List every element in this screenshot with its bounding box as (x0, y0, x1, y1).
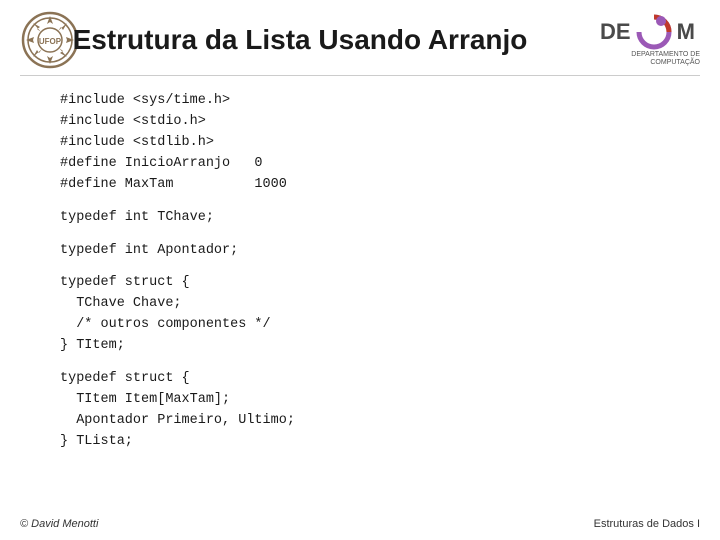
code-line: #include <sys/time.h> (60, 91, 660, 112)
footer: © David Menotti Estruturas de Dados I (0, 518, 720, 530)
decom-logo-icon: DE M DEPARTAMENTO DE COMPUTAÇÃO (600, 13, 700, 68)
code-block: #include <sys/time.h> #include <stdio.h>… (60, 91, 660, 453)
code-line: #define InicioArranjo 0 (60, 154, 660, 175)
code-line: TChave Chave; (60, 294, 660, 315)
code-line: TItem Item[MaxTam]; (60, 390, 660, 411)
footer-author: © David Menotti (20, 518, 98, 530)
code-line: /* outros componentes */ (60, 315, 660, 336)
code-line: typedef int TChave; (60, 208, 660, 229)
code-line: } TLista; (60, 432, 660, 453)
footer-course: Estruturas de Dados I (594, 518, 700, 530)
code-line: } TItem; (60, 336, 660, 357)
typedef-apontador-section: typedef int Apontador; (60, 241, 660, 262)
code-line: typedef int Apontador; (60, 241, 660, 262)
slide-title: Estrutura da Lista Usando Arranjo (0, 24, 600, 56)
decom-circle-icon (635, 13, 673, 51)
code-line: Apontador Primeiro, Ultimo; (60, 411, 660, 432)
code-line: typedef struct { (60, 273, 660, 294)
code-line: typedef struct { (60, 369, 660, 390)
typedef-titem-section: typedef struct { TChave Chave; /* outros… (60, 273, 660, 357)
typedef-tlista-section: typedef struct { TItem Item[MaxTam]; Apo… (60, 369, 660, 453)
code-line: #include <stdlib.h> (60, 133, 660, 154)
header: UFOP Estrutura da Lista Usando Arranjo D… (0, 0, 720, 75)
title-area: Estrutura da Lista Usando Arranjo (80, 24, 600, 56)
decom-text: DE (600, 19, 631, 45)
typedef-tchave-section: typedef int TChave; (60, 208, 660, 229)
code-line: #include <stdio.h> (60, 112, 660, 133)
decom-subtitle: DEPARTAMENTO DE COMPUTAÇÃO (600, 51, 700, 68)
main-content: #include <sys/time.h> #include <stdio.h>… (0, 76, 720, 475)
code-line: #define MaxTam 1000 (60, 175, 660, 196)
includes-section: #include <sys/time.h> #include <stdio.h>… (60, 91, 660, 196)
decom-m-text: M (677, 19, 695, 45)
slide: UFOP Estrutura da Lista Usando Arranjo D… (0, 0, 720, 540)
